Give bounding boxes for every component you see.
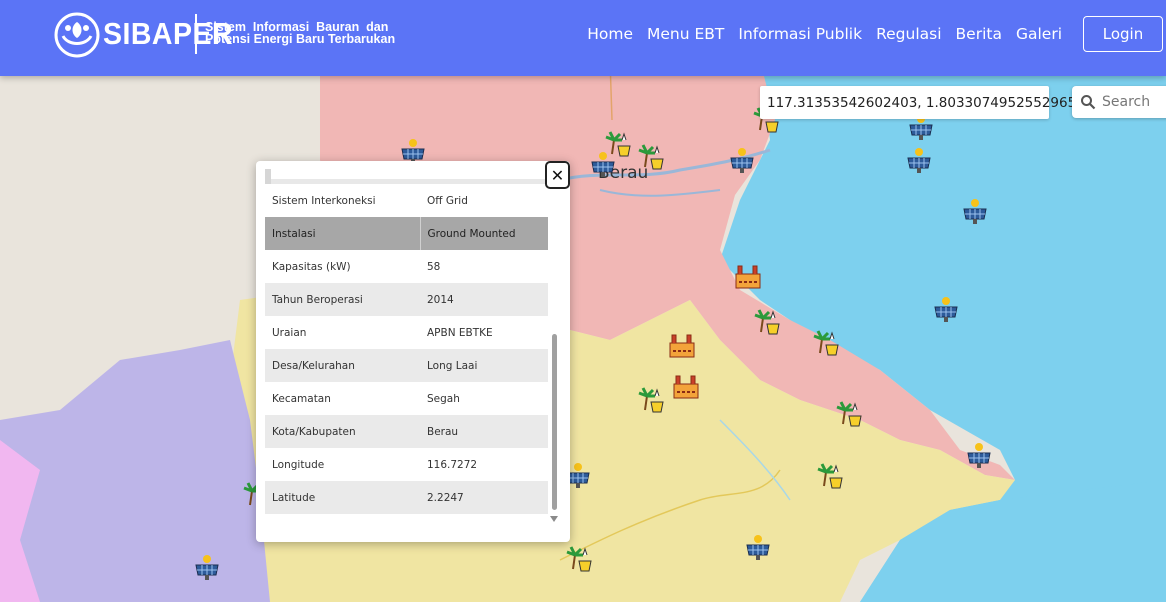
solar-panel-icon[interactable] bbox=[931, 295, 961, 325]
palm-oil-plant-icon[interactable] bbox=[753, 306, 783, 336]
solar-panel-icon[interactable] bbox=[192, 553, 222, 583]
palm-oil-plant-icon[interactable] bbox=[637, 384, 667, 414]
solar-panel-icon[interactable] bbox=[904, 146, 934, 176]
row-key: Kota/Kabupaten bbox=[265, 415, 420, 448]
table-row: Instalasi Ground Mounted bbox=[265, 217, 548, 250]
table-row: Longitude 116.7272 bbox=[265, 448, 548, 481]
row-key: Kapasitas (kW) bbox=[265, 250, 420, 283]
row-key: Kecamatan bbox=[265, 382, 420, 415]
table-row: Kecamatan Segah bbox=[265, 382, 548, 415]
palm-oil-plant-icon[interactable] bbox=[637, 141, 667, 171]
hydro-plant-icon[interactable] bbox=[667, 331, 697, 361]
row-key: Sistem Interkoneksi bbox=[265, 184, 420, 217]
nav-menu-ebt[interactable]: Menu EBT bbox=[647, 25, 724, 43]
nav-galeri[interactable]: Galeri bbox=[1016, 25, 1062, 43]
row-value: 2014 bbox=[420, 283, 548, 316]
login-button[interactable]: Login bbox=[1083, 16, 1163, 52]
brand-tagline-line2: Potensi Energi Baru Terbarukan bbox=[205, 32, 396, 46]
popup-scroll-thumb[interactable] bbox=[552, 334, 557, 510]
table-row: Tahun Beroperasi 2014 bbox=[265, 283, 548, 316]
row-value: Berau bbox=[420, 415, 548, 448]
feature-detail-table: Sistem Interkoneksi Off Grid Instalasi Grou… bbox=[265, 184, 548, 514]
row-key: Latitude bbox=[265, 481, 420, 514]
solar-panel-icon[interactable] bbox=[727, 146, 757, 176]
nav-regulasi[interactable]: Regulasi bbox=[876, 25, 941, 43]
row-key: Tahun Beroperasi bbox=[265, 283, 420, 316]
row-value: 58 bbox=[420, 250, 548, 283]
solar-panel-icon[interactable] bbox=[964, 441, 994, 471]
hydro-plant-icon[interactable] bbox=[733, 262, 763, 292]
row-value: Segah bbox=[420, 382, 548, 415]
row-key: Longitude bbox=[265, 448, 420, 481]
nav-home[interactable]: Home bbox=[587, 25, 633, 43]
popup-scrollbar[interactable] bbox=[550, 184, 559, 529]
table-row: Uraian APBN EBTKE bbox=[265, 316, 548, 349]
solar-panel-icon[interactable] bbox=[743, 533, 773, 563]
nav-informasi-publik[interactable]: Informasi Publik bbox=[738, 25, 862, 43]
table-row: Sistem Interkoneksi Off Grid bbox=[265, 184, 548, 217]
popup-close-button[interactable]: ✕ bbox=[545, 161, 570, 189]
row-value: Ground Mounted bbox=[420, 217, 548, 250]
main-nav: Home Menu EBT Informasi Publik Regulasi … bbox=[587, 25, 1062, 43]
row-value: 116.7272 bbox=[420, 448, 548, 481]
coordinate-readout: 117.31353542602403, 1.8033074952552965 bbox=[760, 86, 1076, 119]
popup-hscroll-strip bbox=[265, 169, 545, 184]
palm-oil-plant-icon[interactable] bbox=[812, 327, 842, 357]
row-value: Off Grid bbox=[420, 184, 548, 217]
table-row: Latitude 2.2247 bbox=[265, 481, 548, 514]
palm-oil-plant-icon[interactable] bbox=[816, 460, 846, 490]
row-value: APBN EBTKE bbox=[420, 316, 548, 349]
map-search[interactable] bbox=[1072, 86, 1166, 118]
palm-oil-plant-icon[interactable] bbox=[604, 128, 634, 158]
row-key: Uraian bbox=[265, 316, 420, 349]
palm-oil-plant-icon[interactable] bbox=[565, 543, 595, 573]
search-icon bbox=[1081, 95, 1096, 110]
scroll-down-arrow-icon[interactable] bbox=[550, 516, 558, 522]
brand-divider bbox=[195, 14, 197, 54]
row-value: 2.2247 bbox=[420, 481, 548, 514]
sibaper-logo-icon[interactable] bbox=[54, 12, 100, 58]
brand-tagline: Sistem Informasi Bauran dan Potensi Ener… bbox=[205, 21, 396, 46]
search-input[interactable] bbox=[1102, 94, 1166, 110]
table-row: Kapasitas (kW) 58 bbox=[265, 250, 548, 283]
row-value: Long Laai bbox=[420, 349, 548, 382]
hydro-plant-icon[interactable] bbox=[671, 372, 701, 402]
nav-berita[interactable]: Berita bbox=[956, 25, 1002, 43]
top-navbar: SIBAPER Sistem Informasi Bauran dan Pote… bbox=[0, 0, 1166, 76]
feature-info-popup: Sistem Interkoneksi Off Grid Instalasi Grou… bbox=[256, 161, 570, 542]
table-row: Kota/Kabupaten Berau bbox=[265, 415, 548, 448]
row-key: Desa/Kelurahan bbox=[265, 349, 420, 382]
palm-oil-plant-icon[interactable] bbox=[835, 398, 865, 428]
solar-panel-icon[interactable] bbox=[960, 197, 990, 227]
row-key: Instalasi bbox=[265, 217, 421, 250]
table-row: Desa/Kelurahan Long Laai bbox=[265, 349, 548, 382]
